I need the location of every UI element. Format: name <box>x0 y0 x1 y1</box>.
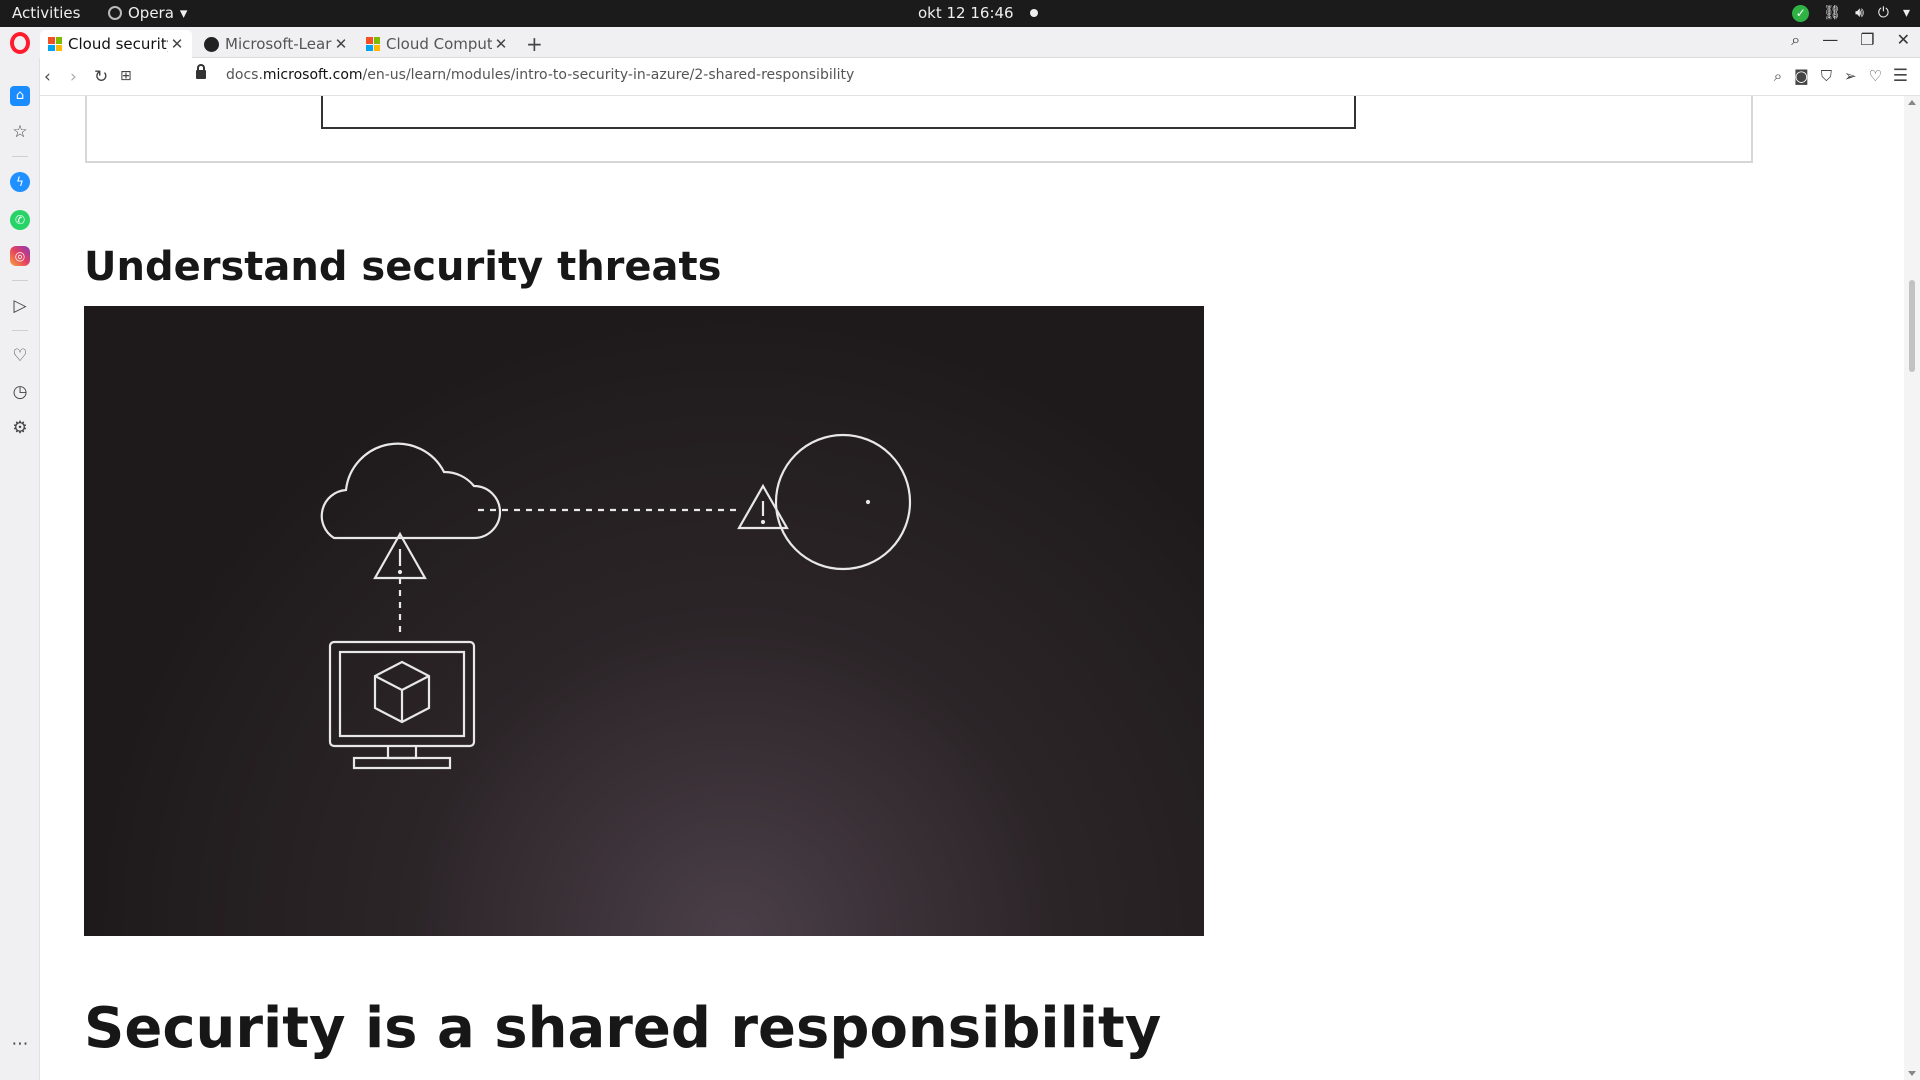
scroll-up-icon[interactable] <box>1908 100 1916 105</box>
restore-button[interactable]: ❐ <box>1860 30 1874 50</box>
page-scrollbar[interactable] <box>1904 96 1920 1080</box>
home-icon[interactable]: ⌂ <box>10 86 30 106</box>
star-icon[interactable]: ☆ <box>10 122 30 142</box>
illustration-svg <box>320 433 912 770</box>
send-icon[interactable]: ▷ <box>10 296 30 316</box>
more-icon[interactable]: ⋯ <box>10 1034 30 1054</box>
system-tray[interactable]: ✓ ⛓ 🔊︎ ⏻ ▾ <box>1792 3 1910 23</box>
network-icon: ⛓ <box>1823 5 1842 21</box>
window-controls: ⌕ — ❐ ✕ <box>1791 30 1910 50</box>
sidebar-divider <box>12 280 28 281</box>
forward-icon[interactable]: › <box>70 67 77 87</box>
address-bar-actions: ⌕ ◙ ⛉ ➢ ♡ <box>1774 67 1882 85</box>
warning-icon <box>373 531 427 580</box>
clock[interactable]: okt 12 16:46 <box>918 4 1038 22</box>
volume-icon: 🔊︎ <box>1855 5 1864 21</box>
section-heading: Understand security threats <box>84 244 722 290</box>
tab-search-icon[interactable]: ⌕ <box>1791 30 1800 50</box>
tab-close-icon[interactable]: ✕ <box>168 35 186 53</box>
address-bar: ‹ › ↻ ⊞ docs.microsoft.com/en-us/learn/m… <box>40 58 1920 96</box>
url-domain: microsoft.com <box>262 67 363 83</box>
previous-figure-box <box>321 96 1356 129</box>
tab-title: Microsoft-Learn/1-se <box>225 35 332 53</box>
page-content: Understand security threats Security is … <box>40 96 1904 1080</box>
opera-app-icon <box>108 6 122 20</box>
chevron-down-icon: ▾ <box>179 4 188 22</box>
camera-icon[interactable]: ◙ <box>1794 67 1809 85</box>
power-icon: ⏻ <box>1877 5 1889 21</box>
close-window-button[interactable]: ✕ <box>1897 30 1910 50</box>
heart-icon[interactable]: ♡ <box>10 346 30 366</box>
opera-sidebar: ⌂ ☆ ϟ ✆ ◎ ▷ ♡ ◷ ⚙ ⋯ <box>0 58 40 1080</box>
tab-cloud-security[interactable]: Cloud security is a sh ✕ <box>40 30 192 58</box>
tab-strip: Cloud security is a sh ✕ Microsoft-Learn… <box>40 27 1920 58</box>
check-status-icon[interactable]: ✓ <box>1792 4 1810 22</box>
instagram-icon[interactable]: ◎ <box>10 246 30 266</box>
globe-icon <box>774 433 912 571</box>
notification-dot-icon <box>1029 9 1038 17</box>
back-icon[interactable]: ‹ <box>44 67 51 87</box>
tab-cloud-computing[interactable]: Cloud Computing Se ✕ <box>358 30 516 58</box>
app-name: Opera <box>128 4 174 22</box>
lock-icon[interactable] <box>196 64 206 79</box>
reload-icon[interactable]: ↻ <box>94 67 108 87</box>
minimize-button[interactable]: — <box>1822 30 1838 50</box>
tab-grid-icon[interactable]: ⊞ <box>120 68 132 84</box>
scrollbar-thumb[interactable] <box>1909 280 1915 372</box>
url-field[interactable]: docs.microsoft.com/en-us/learn/modules/i… <box>226 67 854 83</box>
system-top-bar: Activities Opera ▾ okt 12 16:46 ✓ ⛓ 🔊︎ ⏻… <box>0 0 1920 27</box>
tab-title: Cloud security is a sh <box>68 35 168 53</box>
activities-button[interactable]: Activities <box>12 4 80 22</box>
url-path: /en-us/learn/modules/intro-to-security-i… <box>362 67 855 83</box>
security-threats-illustration <box>84 306 1204 936</box>
cube-icon <box>373 660 431 724</box>
messenger-icon[interactable]: ϟ <box>10 172 30 192</box>
heart-icon[interactable]: ♡ <box>1869 67 1882 85</box>
tab-close-icon[interactable]: ✕ <box>332 35 350 53</box>
opera-menu-button[interactable] <box>0 27 40 58</box>
tab-close-icon[interactable]: ✕ <box>492 35 510 53</box>
sidebar-divider <box>12 156 28 157</box>
microsoft-icon <box>366 37 380 51</box>
sidebar-divider <box>12 330 28 331</box>
shield-icon[interactable]: ⛉ <box>1821 67 1832 85</box>
opera-logo-icon <box>10 31 30 54</box>
page-title: Security is a shared responsibility <box>84 996 1162 1061</box>
whatsapp-icon[interactable]: ✆ <box>10 210 30 230</box>
url-prefix: docs. <box>226 67 263 83</box>
zoom-icon[interactable]: ⌕ <box>1774 67 1782 85</box>
easy-setup-icon[interactable]: ☰ <box>1893 66 1908 86</box>
computer-icon <box>328 640 476 770</box>
clock-text: okt 12 16:46 <box>918 4 1014 22</box>
tab-title: Cloud Computing Se <box>386 35 492 53</box>
send-icon[interactable]: ➢ <box>1844 67 1857 85</box>
settings-icon[interactable]: ⚙ <box>10 418 30 438</box>
tab-github[interactable]: Microsoft-Learn/1-se ✕ <box>196 30 356 58</box>
history-icon[interactable]: ◷ <box>10 382 30 402</box>
scroll-down-icon[interactable] <box>1908 1071 1916 1076</box>
microsoft-icon <box>48 37 62 51</box>
new-tab-button[interactable]: + <box>526 32 543 56</box>
github-icon <box>204 36 219 52</box>
chevron-down-icon: ▾ <box>1902 5 1910 21</box>
app-menu[interactable]: Opera ▾ <box>108 4 187 22</box>
cloud-icon <box>320 442 502 540</box>
